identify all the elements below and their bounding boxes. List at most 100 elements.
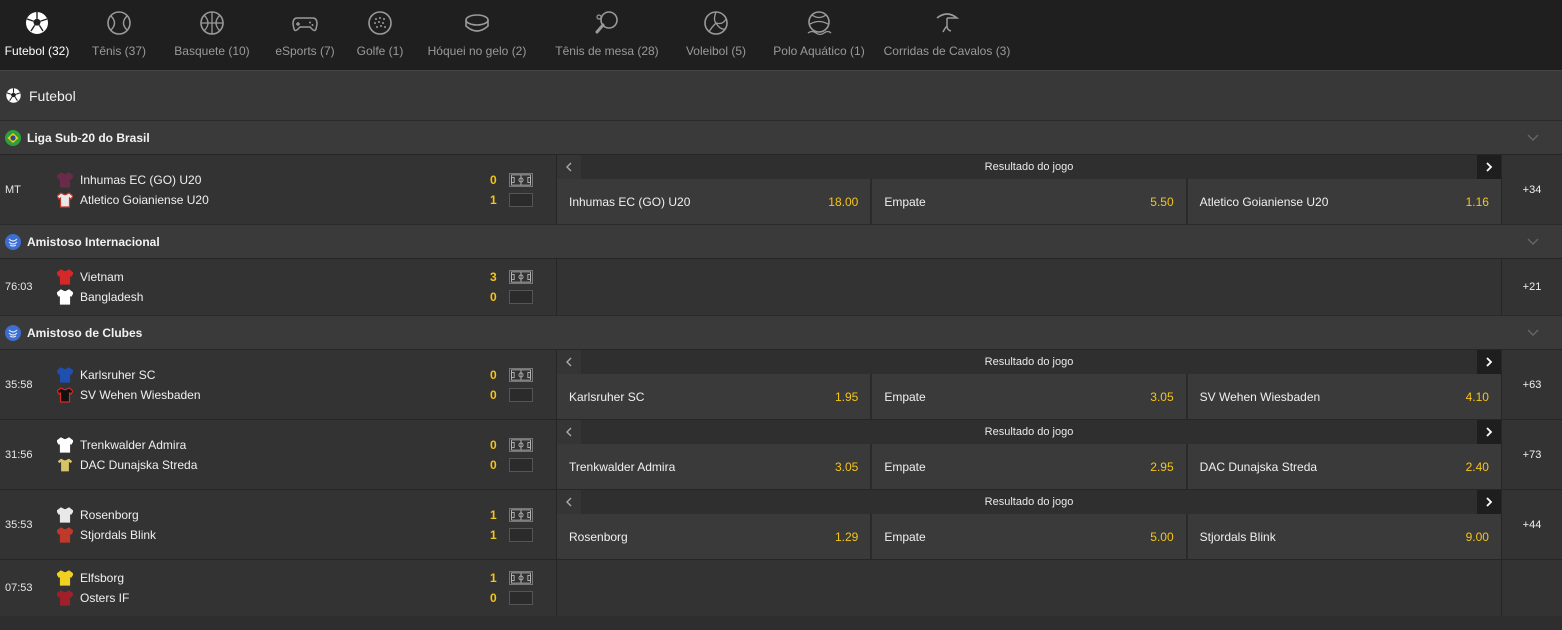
league-header[interactable]: Amistoso de Clubes <box>0 315 1562 349</box>
team-shirt-icon <box>57 570 73 586</box>
odd-value: 3.05 <box>834 459 859 474</box>
team-shirt-icon <box>57 386 73 403</box>
market-next-button[interactable] <box>1477 350 1501 374</box>
tab-esports[interactable]: eSports (7) <box>260 0 350 70</box>
tab-voleibol[interactable]: Voleibol (5) <box>670 0 762 70</box>
chevron-down-icon[interactable] <box>1526 234 1540 248</box>
tab-label: Corridas de Cavalos (3) <box>883 44 1011 58</box>
pitch-icon[interactable] <box>509 571 533 585</box>
team-shirt-icon <box>57 269 73 285</box>
odd-button[interactable]: Empate 3.05 <box>872 374 1188 419</box>
market-next-button[interactable] <box>1477 155 1501 179</box>
odd-button[interactable]: Rosenborg 1.29 <box>557 514 873 559</box>
chevron-left-icon <box>566 427 572 437</box>
match-time: 31:56 <box>5 448 33 461</box>
tab-basquete[interactable]: Basquete (10) <box>164 0 260 70</box>
odd-label: Trenkwalder Admira <box>569 459 676 474</box>
pitch-icon[interactable] <box>509 437 533 452</box>
odd-button[interactable]: Karlsruher SC 1.95 <box>557 374 873 419</box>
tab-label: Basquete (10) <box>174 44 250 58</box>
odd-button[interactable]: Empate 5.00 <box>872 514 1188 559</box>
match-info[interactable]: 31:56 Trenkwalder Admira 0 DAC Dunajska … <box>0 420 557 489</box>
tab-label: Voleibol (5) <box>685 44 747 58</box>
home-team-row: Karlsruher SC 0 <box>57 365 556 385</box>
market: Resultado do jogo Trenkwalder Admira 3.0… <box>557 420 1501 489</box>
odds-row: Rosenborg 1.29 Empate 5.00 Stjordals Bli… <box>557 514 1501 559</box>
match-info[interactable]: 35:53 Rosenborg 1 Stjordals Blink 1 <box>0 490 557 559</box>
odd-value: 2.40 <box>1465 459 1489 474</box>
volleyball-icon <box>702 9 730 37</box>
pitch-icon[interactable] <box>509 172 533 187</box>
tab-tenis-de-mesa[interactable]: Tênis de mesa (28) <box>544 0 670 70</box>
more-markets-button[interactable]: +73 <box>1501 420 1562 489</box>
market-prev-button[interactable] <box>557 155 581 179</box>
match-teams: Rosenborg 1 Stjordals Blink 1 <box>57 505 556 545</box>
tab-corridas-de-cavalos[interactable]: Corridas de Cavalos (3) <box>876 0 1018 70</box>
stats-placeholder <box>509 591 533 605</box>
league-header[interactable]: Liga Sub-20 do Brasil <box>0 120 1562 154</box>
away-team-name: Osters IF <box>80 591 130 605</box>
tennis-ball-icon <box>105 9 133 37</box>
match-info[interactable]: 76:03 Vietnam 3 Bangladesh 0 <box>0 259 557 315</box>
match-row: 76:03 Vietnam 3 Bangladesh 0 +21 <box>0 258 1562 315</box>
more-markets-button[interactable]: +34 <box>1501 155 1562 224</box>
more-markets-button[interactable]: +63 <box>1501 350 1562 419</box>
tab-polo-aquatico[interactable]: Polo Aquático (1) <box>762 0 876 70</box>
golf-ball-icon <box>366 9 394 37</box>
away-score: 0 <box>490 457 497 472</box>
world-icon <box>5 233 21 250</box>
odd-button[interactable]: Empate 5.50 <box>872 179 1188 224</box>
chevron-left-icon <box>566 162 572 172</box>
chevron-down-icon[interactable] <box>1526 130 1540 144</box>
odd-button[interactable]: DAC Dunajska Streda 2.40 <box>1187 444 1501 489</box>
odd-value: 4.10 <box>1465 389 1489 404</box>
match-info[interactable]: 35:58 Karlsruher SC 0 SV Wehen Wiesbaden… <box>0 350 557 419</box>
home-team-name: Trenkwalder Admira <box>80 437 187 452</box>
odd-button[interactable]: Inhumas EC (GO) U20 18.00 <box>557 179 873 224</box>
odd-button[interactable]: Stjordals Blink 9.00 <box>1187 514 1501 559</box>
pitch-icon[interactable] <box>509 270 533 284</box>
match-teams: Vietnam 3 Bangladesh 0 <box>57 267 556 307</box>
tab-golfe[interactable]: Golfe (1) <box>350 0 410 70</box>
home-team-name: Karlsruher SC <box>80 367 156 382</box>
match-info[interactable]: 07:53 Elfsborg 1 Osters IF 0 <box>0 560 557 616</box>
market-next-button[interactable] <box>1477 490 1501 514</box>
market-prev-button[interactable] <box>557 350 581 374</box>
ping-pong-icon <box>593 9 621 37</box>
odd-value: 1.29 <box>834 529 859 544</box>
odd-label: Atletico Goianiense U20 <box>1199 194 1329 209</box>
pitch-icon[interactable] <box>509 367 533 382</box>
tab-label: Polo Aquático (1) <box>773 44 865 58</box>
hockey-puck-icon <box>463 9 491 37</box>
odd-button[interactable]: SV Wehen Wiesbaden 4.10 <box>1187 374 1501 419</box>
match-row: 35:58 Karlsruher SC 0 SV Wehen Wiesbaden… <box>0 349 1562 419</box>
away-score: 0 <box>490 290 497 304</box>
odd-button[interactable]: Atletico Goianiense U20 1.16 <box>1187 179 1501 224</box>
market-prev-button[interactable] <box>557 420 581 444</box>
more-markets-button[interactable]: +44 <box>1501 490 1562 559</box>
chevron-right-icon <box>1486 162 1493 172</box>
market-next-button[interactable] <box>1477 420 1501 444</box>
stats-placeholder <box>509 457 533 472</box>
more-markets-button[interactable] <box>1501 560 1562 616</box>
market-title: Resultado do jogo <box>984 426 1074 438</box>
chevron-down-icon[interactable] <box>1526 325 1540 339</box>
more-markets-button[interactable]: +21 <box>1501 259 1562 315</box>
section-header: Futebol <box>0 70 1562 120</box>
match-time: MT <box>5 183 21 196</box>
market-header: Resultado do jogo <box>557 155 1501 179</box>
team-shirt-icon <box>57 171 73 188</box>
tab-futebol[interactable]: Futebol (32) <box>0 0 74 70</box>
odd-button[interactable]: Trenkwalder Admira 3.05 <box>557 444 873 489</box>
tab-tenis[interactable]: Tênis (37) <box>74 0 164 70</box>
odd-value: 2.95 <box>1150 459 1174 474</box>
match-info[interactable]: MT Inhumas EC (GO) U20 0 Atletico Goiani… <box>0 155 557 224</box>
tab-hoquei[interactable]: Hóquei no gelo (2) <box>410 0 544 70</box>
league-header[interactable]: Amistoso Internacional <box>0 224 1562 258</box>
match-row: 31:56 Trenkwalder Admira 0 DAC Dunajska … <box>0 419 1562 489</box>
market-prev-button[interactable] <box>557 490 581 514</box>
home-score: 0 <box>490 437 497 452</box>
team-shirt-icon <box>57 506 73 523</box>
odd-button[interactable]: Empate 2.95 <box>872 444 1188 489</box>
pitch-icon[interactable] <box>509 507 533 522</box>
